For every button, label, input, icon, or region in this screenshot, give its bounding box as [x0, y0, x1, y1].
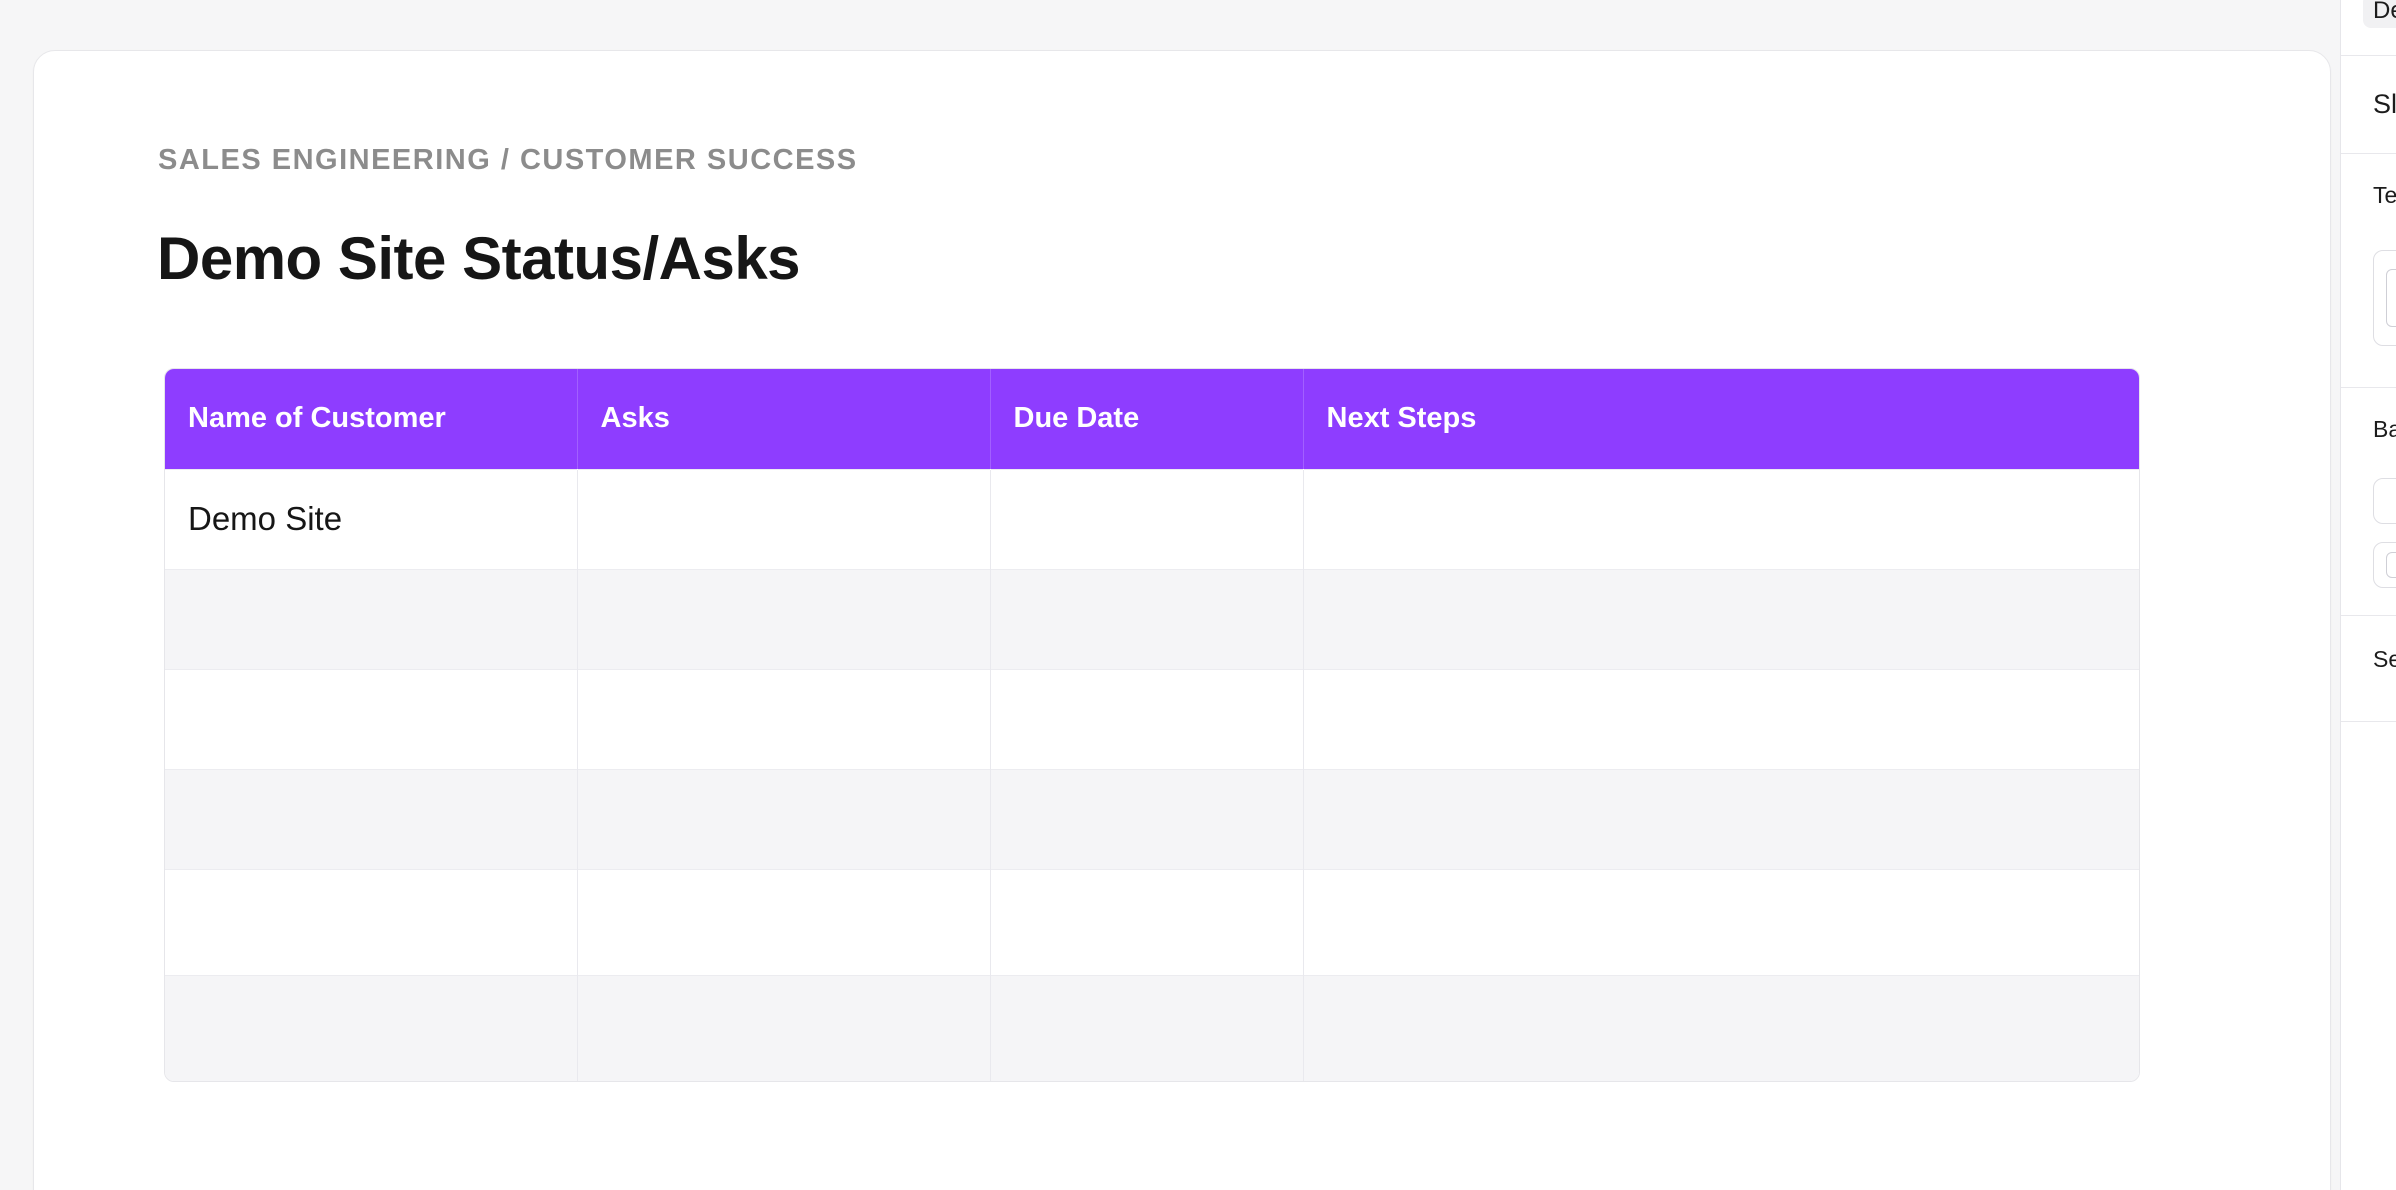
table-cell[interactable] [165, 568, 578, 669]
table-cell[interactable] [1303, 468, 2139, 569]
status-table: Name of Customer Asks Due Date Next Step… [164, 368, 2140, 1082]
properties-panel: De Sl Te Ba Se [2340, 0, 2396, 1190]
table-cell[interactable] [577, 768, 991, 869]
table-cell[interactable] [165, 768, 578, 869]
table-cell[interactable] [990, 974, 1304, 1081]
table-cell[interactable]: Demo Site [165, 468, 578, 569]
background-field-1[interactable] [2373, 478, 2396, 524]
table-cell[interactable] [577, 468, 991, 569]
column-header-name-of-customer[interactable]: Name of Customer [165, 369, 578, 469]
canvas-area: SALES ENGINEERING / CUSTOMER SUCCESS Dem… [0, 0, 2340, 1190]
page-title[interactable]: Demo Site Status/Asks [157, 224, 801, 293]
panel-section-1: Sl [2341, 56, 2396, 154]
table-cell[interactable] [990, 668, 1304, 769]
table-cell[interactable] [577, 668, 991, 769]
table-row [165, 768, 2139, 869]
table-cell[interactable] [1303, 768, 2139, 869]
table-cell[interactable] [165, 974, 578, 1081]
table-header-row: Name of Customer Asks Due Date Next Step… [165, 369, 2139, 469]
table-cell[interactable] [990, 768, 1304, 869]
table-row [165, 568, 2139, 669]
table-cell[interactable] [1303, 868, 2139, 975]
panel-section-3: Ba [2341, 388, 2396, 616]
panel-section-2: Te [2341, 154, 2396, 388]
table-cell[interactable] [1303, 974, 2139, 1081]
panel-section-2-label: Te [2373, 182, 2396, 208]
text-style-swatch [2386, 269, 2396, 327]
table-cell[interactable] [577, 974, 991, 1081]
table-cell[interactable] [577, 568, 991, 669]
table-cell[interactable] [165, 868, 578, 975]
table-row [165, 868, 2139, 975]
table-cell[interactable] [1303, 668, 2139, 769]
panel-section-3-label: Ba [2373, 416, 2396, 442]
column-header-asks[interactable]: Asks [577, 369, 991, 469]
panel-section-4: Se [2341, 616, 2396, 722]
column-header-next-steps[interactable]: Next Steps [1303, 369, 2139, 469]
table-cell[interactable] [1303, 568, 2139, 669]
text-style-field[interactable] [2373, 250, 2396, 346]
table-cell[interactable] [577, 868, 991, 975]
background-swatch [2386, 552, 2396, 578]
panel-section-4-label[interactable]: Se [2373, 646, 2396, 673]
breadcrumb: SALES ENGINEERING / CUSTOMER SUCCESS [158, 144, 858, 176]
column-header-due-date[interactable]: Due Date [990, 369, 1304, 469]
table-row: Demo Site [165, 468, 2139, 569]
background-field-2[interactable] [2373, 542, 2396, 588]
table-cell[interactable] [165, 668, 578, 769]
panel-section-1-label[interactable]: Sl [2373, 89, 2396, 120]
table-row [165, 974, 2139, 1081]
table-cell[interactable] [990, 568, 1304, 669]
app-window: SALES ENGINEERING / CUSTOMER SUCCESS Dem… [0, 0, 2396, 1190]
table-cell[interactable] [990, 868, 1304, 975]
table-cell[interactable] [990, 468, 1304, 569]
panel-top-section: De [2341, 0, 2396, 56]
table-row [165, 668, 2139, 769]
panel-tab-chip[interactable]: De [2363, 0, 2396, 28]
